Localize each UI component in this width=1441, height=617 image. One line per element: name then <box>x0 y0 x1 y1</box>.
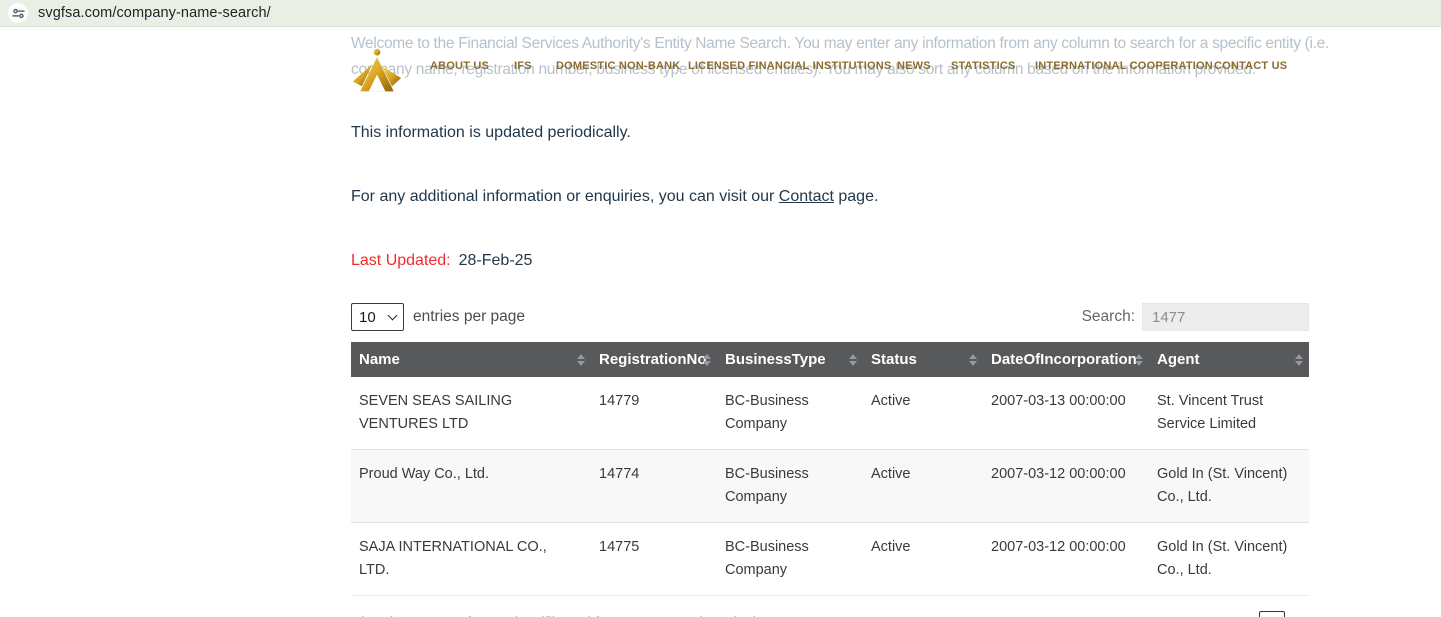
nav-item-contact-us[interactable]: CONTACT US <box>1214 60 1287 72</box>
cell-name: Proud Way Co., Ltd. <box>351 449 591 523</box>
cell-date-of-incorporation: 2007-03-13 00:00:00 <box>991 393 1126 409</box>
contact-text-post: page. <box>833 188 879 205</box>
column-header-businesstype[interactable]: BusinessType <box>717 342 863 377</box>
nav-item-licensed-financial-institutions[interactable]: LICENSED FINANCIAL INSTITUTIONS <box>688 60 891 72</box>
search-label: Search: <box>1081 308 1135 325</box>
last-updated-label: Last Updated: <box>351 252 451 269</box>
pagination: ‹ 1 › <box>1235 611 1309 617</box>
search-input[interactable] <box>1142 303 1309 331</box>
page-number-button[interactable]: 1 <box>1259 611 1285 617</box>
cell-business-type: BC-Business Company <box>725 393 809 432</box>
column-header-name[interactable]: Name <box>351 342 591 377</box>
chevron-down-icon <box>387 310 398 320</box>
last-updated-value: 28-Feb-25 <box>458 252 533 269</box>
nav-item-domestic-non-bank[interactable]: DOMESTIC NON-BANK <box>556 60 680 72</box>
results-table: Name RegistrationNo BusinessType Status … <box>351 342 1309 596</box>
contact-text-pre: For any additional information or enquir… <box>351 188 779 205</box>
cell-registration-no: 14774 <box>591 449 717 523</box>
cell-business-type: BC-Business Company <box>717 522 863 596</box>
sort-icon[interactable] <box>1295 353 1303 366</box>
sort-icon[interactable] <box>849 353 857 366</box>
sort-icon[interactable] <box>969 353 977 366</box>
cell-status: Active <box>871 393 911 409</box>
welcome-text-line1: Welcome to the Financial Services Author… <box>351 35 1329 52</box>
cell-date-of-incorporation: 2007-03-12 00:00:00 <box>983 522 1149 596</box>
cell-name: SAJA INTERNATIONAL CO., LTD. <box>351 522 591 596</box>
cell-agent: Gold In (St. Vincent) Co., Ltd. <box>1149 449 1309 523</box>
hero-header: Welcome to the Financial Services Author… <box>351 27 1329 123</box>
cell-name: SEVEN SEAS SAILING VENTURES LTD <box>359 393 513 432</box>
cell-registration-no: 14779 <box>599 393 640 409</box>
table-controls: 10 entries per page Search: <box>351 303 1309 331</box>
cell-date-of-incorporation: 2007-03-12 00:00:00 <box>983 449 1149 523</box>
sort-icon[interactable] <box>577 353 585 366</box>
table-row[interactable]: SAJA INTERNATIONAL CO., LTD. 14775 BC-Bu… <box>351 522 1309 596</box>
nav-item-statistics[interactable]: STATISTICS <box>951 60 1016 72</box>
cell-agent: St. Vincent Trust Service Limited <box>1157 393 1264 432</box>
contact-link[interactable]: Contact <box>779 188 834 205</box>
column-header-agent[interactable]: Agent <box>1149 342 1309 377</box>
cell-status: Active <box>863 522 983 596</box>
browser-url-bar: svgfsa.com/company-name-search/ <box>0 0 1441 27</box>
cell-agent: Gold In (St. Vincent) Co., Ltd. <box>1149 522 1309 596</box>
table-row[interactable]: Proud Way Co., Ltd. 14774 BC-Business Co… <box>351 449 1309 523</box>
nav-item-about-us[interactable]: ABOUT US <box>430 60 489 72</box>
cell-status: Active <box>863 449 983 523</box>
entries-per-page-label: entries per page <box>413 308 526 325</box>
fsa-logo-icon[interactable] <box>352 46 402 95</box>
sort-icon[interactable] <box>1135 353 1143 366</box>
nav-item-news[interactable]: NEWS <box>897 60 931 72</box>
column-header-dateofincorporation[interactable]: DateOfIncorporation <box>983 342 1149 377</box>
last-updated: Last Updated: 28-Feb-25 <box>351 252 1309 270</box>
contact-paragraph: For any additional information or enquir… <box>351 187 1309 207</box>
column-header-registrationno[interactable]: RegistrationNo <box>591 342 717 377</box>
cell-business-type: BC-Business Company <box>717 449 863 523</box>
address-url[interactable]: svgfsa.com/company-name-search/ <box>38 5 271 21</box>
nav-item-ifs[interactable]: IFS <box>514 60 532 72</box>
table-row[interactable]: SEVEN SEAS SAILING VENTURES LTD 14779 BC… <box>351 377 1309 450</box>
entries-per-page-value: 10 <box>359 308 376 326</box>
site-settings-icon[interactable] <box>8 3 28 23</box>
updated-note: This information is updated periodically… <box>351 124 631 141</box>
sort-icon[interactable] <box>703 353 711 366</box>
nav-item-international-cooperation[interactable]: INTERNATIONAL COOPERATION <box>1035 60 1213 72</box>
table-header-row: Name RegistrationNo BusinessType Status … <box>351 342 1309 377</box>
table-footer: Showing 1 to 3 of 3 entries (filtered fr… <box>351 611 1309 617</box>
column-header-status[interactable]: Status <box>863 342 983 377</box>
entries-per-page-select[interactable]: 10 <box>351 303 404 331</box>
cell-registration-no: 14775 <box>591 522 717 596</box>
